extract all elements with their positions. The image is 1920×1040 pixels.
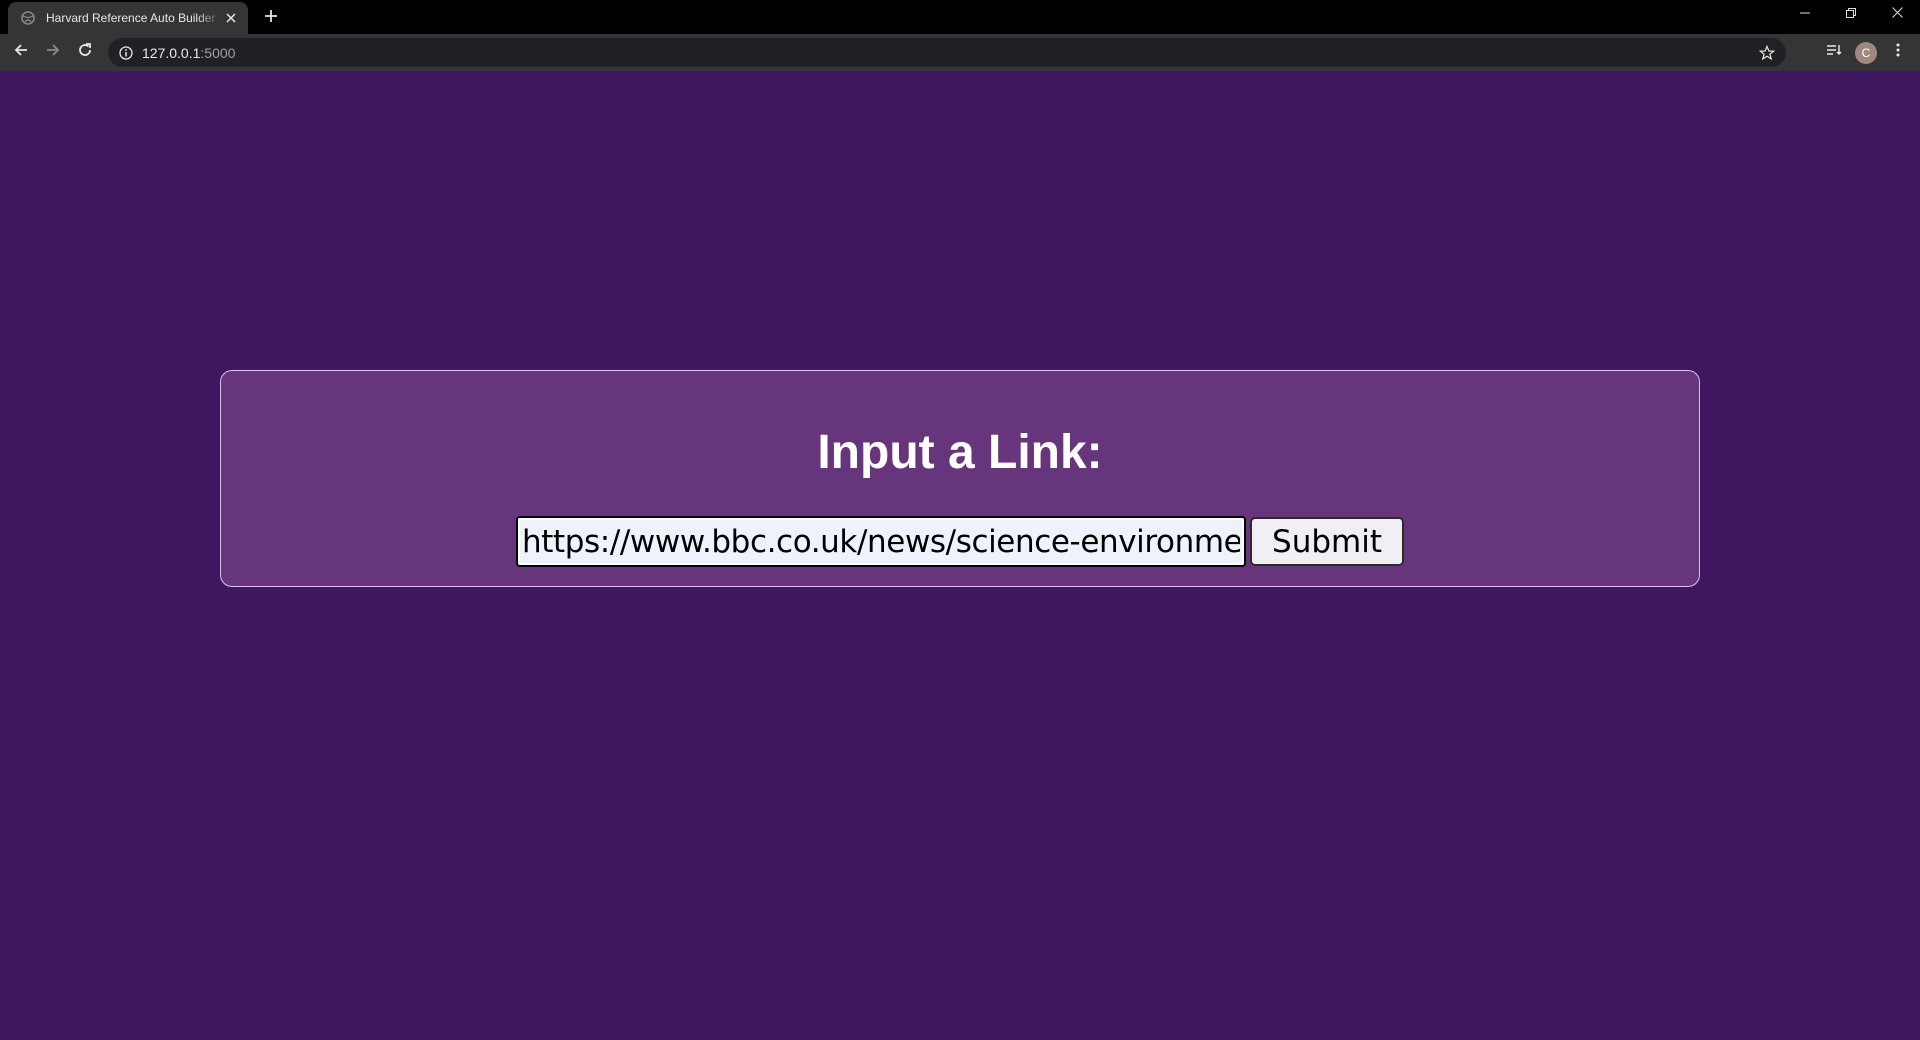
browser-tab[interactable]: Harvard Reference Auto Builder	[8, 2, 248, 34]
menu-button[interactable]	[1882, 37, 1914, 69]
minimize-icon	[1800, 5, 1810, 23]
link-form: Submit	[516, 516, 1404, 567]
tab-title: Harvard Reference Auto Builder	[46, 11, 216, 25]
close-icon	[1891, 5, 1903, 23]
profile-button[interactable]: C	[1850, 37, 1882, 69]
url-port: :5000	[200, 44, 236, 61]
link-form-card: Input a Link: Submit	[220, 370, 1700, 587]
forward-icon	[45, 42, 61, 63]
page-title: Input a Link:	[817, 426, 1103, 479]
reload-button[interactable]	[69, 37, 101, 69]
plus-icon	[264, 9, 278, 28]
star-icon[interactable]	[1758, 44, 1776, 62]
restore-icon	[1846, 5, 1856, 23]
new-tab-button[interactable]	[258, 5, 284, 31]
close-icon[interactable]	[222, 9, 240, 27]
browser-toolbar: 127.0.0.1:5000 C	[0, 34, 1920, 71]
reading-list-icon	[1826, 42, 1842, 63]
page-viewport: Input a Link: Submit	[0, 71, 1920, 1040]
back-icon	[13, 42, 29, 63]
url-text: 127.0.0.1:5000	[142, 45, 235, 61]
browser-titlebar: Harvard Reference Auto Builder	[0, 0, 1920, 34]
url-host: 127.0.0.1	[142, 44, 201, 61]
globe-icon	[20, 10, 36, 26]
kebab-menu-icon	[1896, 42, 1900, 63]
reload-icon	[77, 42, 93, 63]
avatar: C	[1855, 41, 1877, 64]
submit-button[interactable]: Submit	[1250, 517, 1404, 566]
minimize-button[interactable]	[1782, 0, 1828, 28]
forward-button[interactable]	[37, 37, 69, 69]
restore-button[interactable]	[1828, 0, 1874, 28]
link-input[interactable]	[516, 516, 1247, 567]
close-window-button[interactable]	[1874, 0, 1920, 28]
address-bar[interactable]: 127.0.0.1:5000	[108, 38, 1786, 67]
back-button[interactable]	[5, 37, 37, 69]
toolbar-right: C	[1818, 36, 1914, 69]
info-icon[interactable]	[118, 45, 134, 61]
reading-list-button[interactable]	[1818, 37, 1850, 69]
window-controls	[1782, 0, 1920, 28]
